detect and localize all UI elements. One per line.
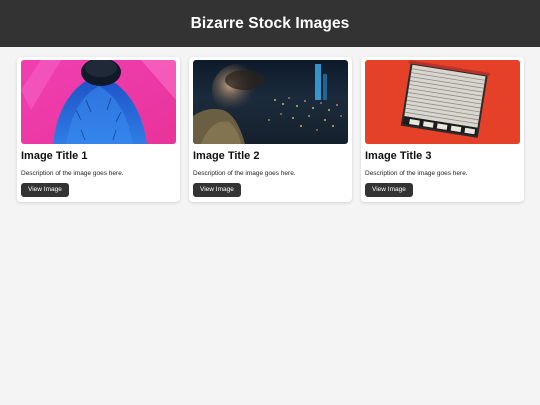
card-description: Description of the image goes here. — [193, 170, 296, 177]
card-description: Description of the image goes here. — [21, 170, 124, 177]
card-title: Image Title 3 — [365, 150, 432, 162]
view-image-button[interactable]: View Image — [193, 183, 241, 197]
image-card: Image Title 2 Description of the image g… — [189, 57, 352, 202]
image-gallery: Image Title 1 Description of the image g… — [0, 47, 540, 202]
card-description: Description of the image goes here. — [365, 170, 468, 177]
image-card: Image Title 3 Description of the image g… — [361, 57, 524, 202]
card-image[interactable] — [365, 60, 520, 144]
card-title: Image Title 1 — [21, 150, 88, 162]
view-image-button[interactable]: View Image — [365, 183, 413, 197]
night-city-person-image — [193, 60, 348, 144]
card-title: Image Title 2 — [193, 150, 260, 162]
image-card: Image Title 1 Description of the image g… — [17, 57, 180, 202]
page-title: Bizarre Stock Images — [190, 14, 350, 32]
view-image-button[interactable]: View Image — [21, 183, 69, 197]
card-image[interactable] — [21, 60, 176, 144]
blue-feather-figure-image — [21, 60, 176, 144]
site-header: Bizarre Stock Images — [0, 0, 540, 47]
rolling-shutter-window-image — [365, 60, 520, 144]
card-image[interactable] — [193, 60, 348, 144]
